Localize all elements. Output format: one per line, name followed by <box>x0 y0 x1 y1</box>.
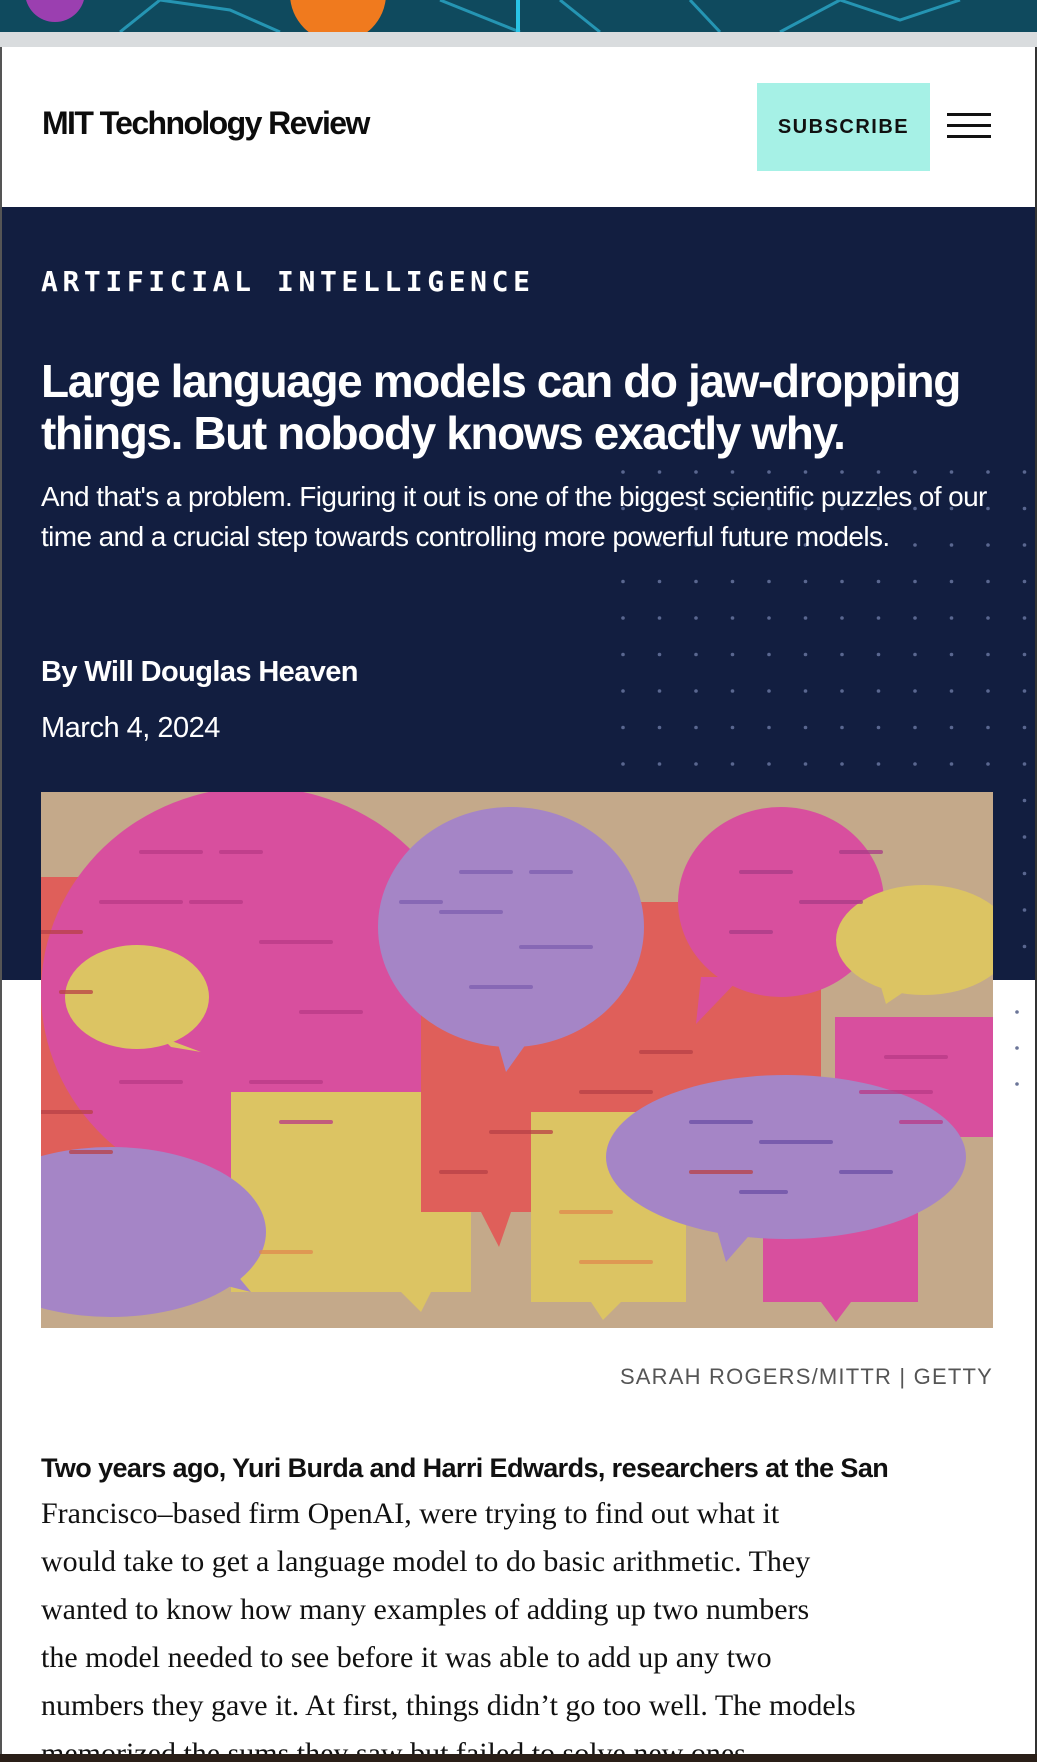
body-line: would take to get a language model to do… <box>41 1545 811 1578</box>
ad-banner[interactable] <box>0 0 1037 32</box>
article-headline: Large language models can do jaw-droppin… <box>41 355 961 459</box>
topic-label[interactable]: ARTIFICIAL INTELLIGENCE <box>41 265 535 298</box>
body-line: wanted to know how many examples of addi… <box>41 1593 810 1626</box>
article-body: Two years ago, Yuri Burda and Harri Edwa… <box>41 1446 1001 1762</box>
body-line: the model needed to see before it was ab… <box>41 1641 772 1674</box>
body-line: Francisco–based firm OpenAI, were trying… <box>41 1497 780 1530</box>
article-lede: Two years ago, Yuri Burda and Harri Edwa… <box>41 1453 889 1483</box>
article-byline[interactable]: By Will Douglas Heaven <box>41 656 359 689</box>
body-line: numbers they gave it. At first, things d… <box>41 1689 856 1722</box>
lead-image[interactable] <box>41 792 993 1328</box>
window-border-bottom <box>0 1754 1037 1762</box>
subscribe-button[interactable]: SUBSCRIBE <box>757 83 930 171</box>
image-credit: SARAH ROGERS/MITTR | GETTY <box>619 1364 993 1389</box>
publish-date: March 4, 2024 <box>41 712 220 744</box>
site-logo[interactable]: MIT Technology Review <box>42 105 370 142</box>
dot-pattern-overflow <box>1015 1010 1019 1086</box>
article-dek: And that's a problem. Figuring it out is… <box>41 481 987 552</box>
window-border-left <box>0 47 2 1762</box>
site-header: MIT Technology Review SUBSCRIBE <box>0 47 1037 207</box>
ad-divider <box>0 32 1037 47</box>
hamburger-menu-icon[interactable] <box>947 113 991 139</box>
